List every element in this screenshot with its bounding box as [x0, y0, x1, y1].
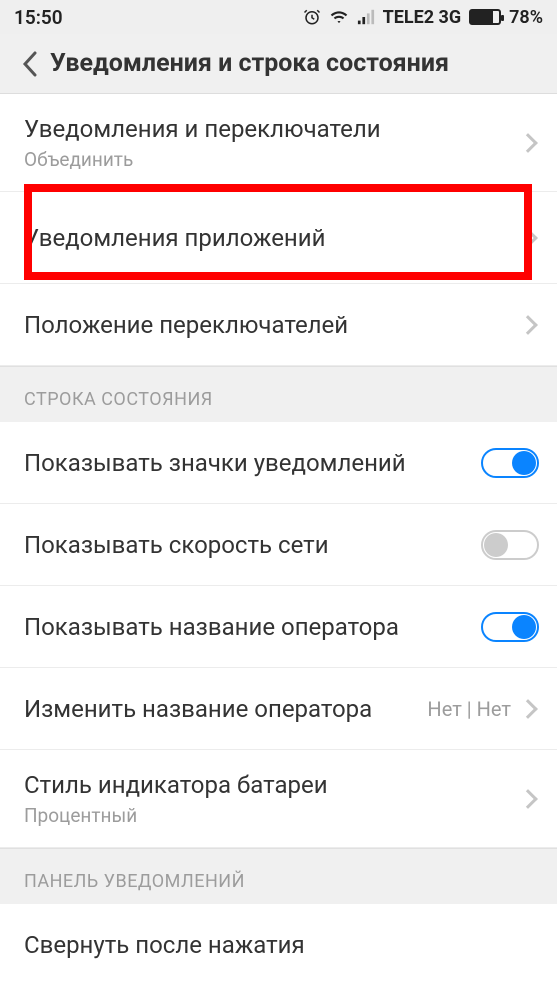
- row-value: Нет | Нет: [427, 697, 511, 721]
- page-title: Уведомления и строка состояния: [50, 49, 449, 78]
- row-title: Показывать значки уведомлений: [24, 448, 481, 478]
- toggle-show-icons[interactable]: [481, 448, 539, 478]
- toggle-show-carrier[interactable]: [481, 612, 539, 642]
- signal-icon: [357, 8, 375, 26]
- row-subtitle: Объединить: [24, 148, 521, 171]
- row-subtitle: Процентный: [24, 804, 521, 827]
- back-button[interactable]: [10, 44, 50, 84]
- row-toggle-position[interactable]: Положение переключателей: [0, 284, 557, 366]
- row-title: Уведомления приложений: [24, 223, 521, 253]
- carrier-label: TELE2 3G: [383, 7, 462, 28]
- row-app-notifications[interactable]: Уведомления приложений: [0, 192, 557, 284]
- row-title: Показывать скорость сети: [24, 530, 481, 560]
- row-title: Положение переключателей: [24, 310, 521, 340]
- row-show-notification-icons[interactable]: Показывать значки уведомлений: [0, 422, 557, 504]
- row-title: Показывать название оператора: [24, 612, 481, 642]
- row-notifications-and-toggles[interactable]: Уведомления и переключатели Объединить: [0, 94, 557, 192]
- battery-pct: 78%: [509, 7, 543, 28]
- wifi-icon: [329, 8, 349, 26]
- chevron-right-icon: [518, 699, 538, 719]
- row-title: Свернуть после нажатия: [24, 930, 539, 960]
- row-show-network-speed[interactable]: Показывать скорость сети: [0, 504, 557, 586]
- chevron-right-icon: [518, 789, 538, 809]
- toggle-show-speed[interactable]: [481, 530, 539, 560]
- row-battery-indicator-style[interactable]: Стиль индикатора батареи Процентный: [0, 750, 557, 848]
- row-title: Стиль индикатора батареи: [24, 770, 521, 800]
- row-title: Изменить название оператора: [24, 694, 427, 724]
- row-edit-carrier-name[interactable]: Изменить название оператора Нет | Нет: [0, 668, 557, 750]
- section-header-notif-panel: ПАНЕЛЬ УВЕДОМЛЕНИЙ: [0, 848, 557, 904]
- chevron-right-icon: [518, 315, 538, 335]
- app-header: Уведомления и строка состояния: [0, 34, 557, 94]
- status-bar: 15:50 TELE2 3G 78%: [0, 0, 557, 34]
- clock: 15:50: [14, 6, 63, 29]
- section-header-statusbar: СТРОКА СОСТОЯНИЯ: [0, 366, 557, 422]
- row-show-carrier-name[interactable]: Показывать название оператора: [0, 586, 557, 668]
- chevron-right-icon: [518, 133, 538, 153]
- chevron-right-icon: [518, 228, 538, 248]
- row-title: Уведомления и переключатели: [24, 114, 521, 144]
- battery-icon: [469, 9, 501, 25]
- alarm-icon: [303, 8, 321, 26]
